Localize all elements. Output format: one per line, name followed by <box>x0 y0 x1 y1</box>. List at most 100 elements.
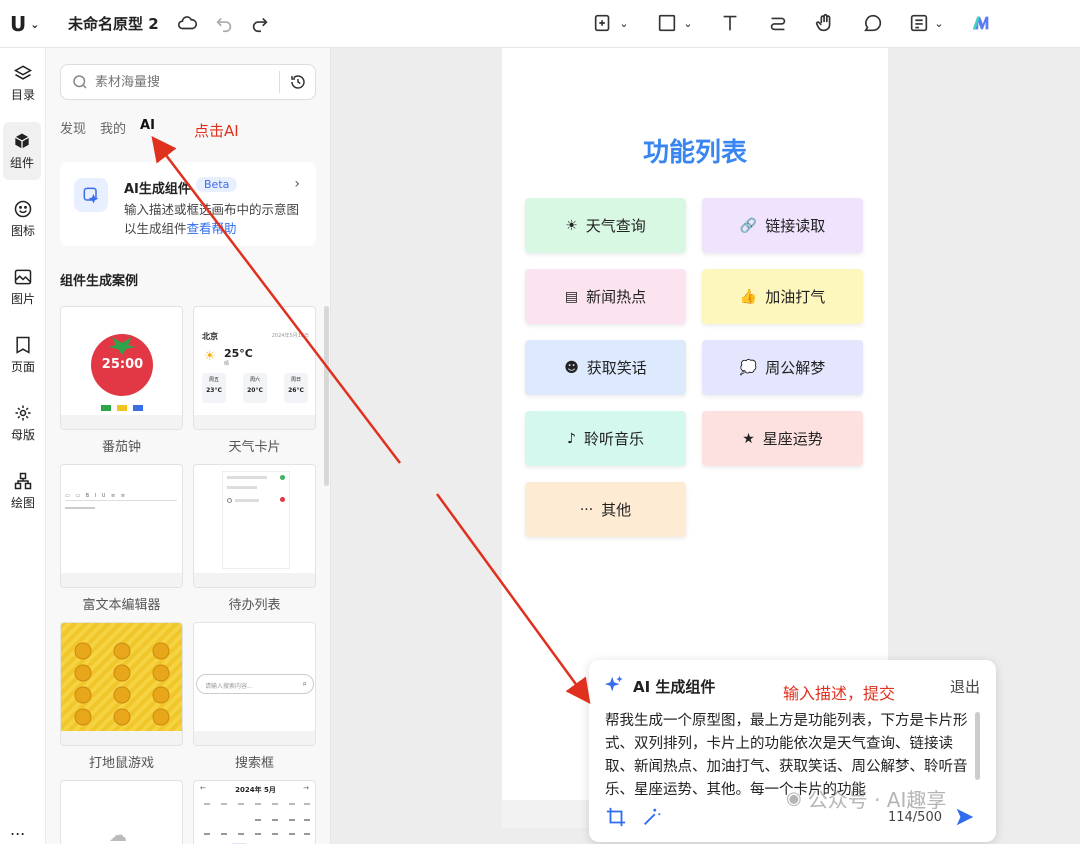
help-link[interactable]: 查看帮助 <box>187 221 237 236</box>
tab-discover[interactable]: 发现 <box>60 118 86 137</box>
function-card[interactable]: 🔗 链接读取 <box>702 198 863 253</box>
function-card[interactable]: 💭 周公解梦 <box>702 340 863 395</box>
weather-cond: 晴 <box>224 361 230 367</box>
rail-item-outline[interactable]: 目录 <box>0 54 46 112</box>
undo-icon[interactable] <box>211 10 237 36</box>
hand-tool-icon[interactable] <box>812 10 838 36</box>
rail-item-masters[interactable]: 母版 <box>0 394 46 452</box>
weather-day-temp: 20°C <box>247 387 263 394</box>
smile-icon <box>14 200 32 218</box>
chevron-right-icon[interactable]: › <box>294 176 300 192</box>
function-card[interactable]: ♪ 聆听音乐 <box>525 411 686 466</box>
ai-card-title: AI生成组件 <box>124 182 191 197</box>
todo-checkbox <box>227 498 232 503</box>
tab-mine[interactable]: 我的 <box>100 118 126 137</box>
document-title[interactable]: 未命名原型 2 <box>68 13 159 34</box>
comment-icon[interactable] <box>860 10 886 36</box>
cloud-sync-icon[interactable] <box>174 10 200 36</box>
function-card[interactable]: ☀ 天气查询 <box>525 198 686 253</box>
rail-item-images[interactable]: 图片 <box>0 258 46 316</box>
case-footer <box>194 573 315 587</box>
watermark-text: 公众号 · AI趣享 <box>807 788 947 812</box>
case-footer <box>61 573 182 587</box>
annotation-submit: 输入描述，提交 <box>783 684 896 703</box>
calendar-title: 2024年 5月 <box>235 786 276 794</box>
function-card-icon: ♪ <box>567 430 576 447</box>
rail-item-label: 组件 <box>9 156 34 170</box>
function-card-label: 周公解梦 <box>765 359 826 377</box>
case-calendar[interactable]: 2024年 5月 ← → <box>193 780 316 844</box>
magic-wand-icon[interactable] <box>641 806 663 828</box>
exit-button[interactable]: 退出 <box>950 676 980 697</box>
textarea-scrollbar[interactable] <box>975 712 980 780</box>
crop-icon[interactable] <box>605 806 627 828</box>
case-whack-a-mole[interactable] <box>60 622 183 746</box>
add-frame-icon[interactable] <box>590 10 616 36</box>
frame-title: 功能列表 <box>642 138 747 168</box>
todo-line <box>227 476 267 479</box>
panel-scrollbar[interactable] <box>324 306 329 486</box>
wechat-icon: ◉ <box>786 788 802 809</box>
text-tool-icon[interactable] <box>717 10 743 36</box>
section-title: 组件生成案例 <box>60 274 139 289</box>
redo-icon[interactable] <box>247 10 273 36</box>
rail-item-diagram[interactable]: 绘图 <box>0 462 46 520</box>
ai-generate-card[interactable]: AI生成组件 Beta › 输入描述或框选画布中的示意图以生成组件查看帮助 <box>60 162 316 246</box>
case-label: 富文本编辑器 <box>82 598 161 613</box>
watermark: ◉ 公众号 · AI趣享 <box>786 784 946 813</box>
function-card-icon: ▤ <box>564 288 579 305</box>
component-icon <box>15 133 29 149</box>
case-search-box[interactable]: 请输入搜索内容... ⌕ <box>193 622 316 746</box>
function-card[interactable]: ··· 其他 <box>525 482 686 537</box>
case-weather-card[interactable]: 北京 2024年5月18日 ☀ 25°C 晴 周五 23°C 周六 20°C 周日 2… <box>193 306 316 430</box>
master-icon <box>15 405 31 421</box>
case-label: 打地鼠游戏 <box>88 756 154 771</box>
weather-day-temp: 23°C <box>206 387 222 394</box>
case-label: 待办列表 <box>228 598 281 613</box>
sparkle-icon <box>604 675 623 692</box>
weather-day-temp: 26°C <box>288 387 304 394</box>
chevron-down-icon[interactable]: ⌄ <box>681 10 695 36</box>
sun-icon: ☀ <box>204 349 216 364</box>
tomato-time: 25:00 <box>101 357 144 372</box>
chevron-down-icon[interactable]: ⌄ <box>932 10 946 36</box>
function-card-label: 链接读取 <box>765 217 826 235</box>
rail-item-pages[interactable]: 页面 <box>0 326 46 384</box>
history-icon[interactable] <box>289 73 307 91</box>
case-tomato-timer[interactable]: 25:00 <box>60 306 183 430</box>
chevron-down-icon[interactable]: ⌄ <box>617 10 631 36</box>
rail-item-label: 图标 <box>10 224 35 238</box>
case-upload[interactable]: ☁ <box>60 780 183 844</box>
todo-line <box>227 486 257 489</box>
todo-frame <box>222 471 290 569</box>
connector-icon[interactable] <box>765 10 791 36</box>
case-rich-text-editor[interactable]: ▭ ▭ B I U ≡ ≡ <box>60 464 183 588</box>
case-label: 天气卡片 <box>228 440 281 455</box>
rail-item-icons[interactable]: 图标 <box>0 190 46 248</box>
app-logo[interactable]: U ⌄ <box>10 12 39 36</box>
function-card[interactable]: 👍 加油打气 <box>702 269 863 324</box>
function-card[interactable]: ☻ 获取笑话 <box>525 340 686 395</box>
search-input[interactable] <box>95 74 275 90</box>
function-card-icon: 🔗 <box>739 217 758 234</box>
rail-item-components[interactable]: 组件 <box>3 122 41 180</box>
function-card[interactable]: ★ 星座运势 <box>702 411 863 466</box>
weather-day: 周六 20°C <box>243 373 267 403</box>
note-icon[interactable] <box>906 10 932 36</box>
calendar-grid <box>204 803 310 844</box>
ai-m-logo-icon[interactable] <box>968 10 994 36</box>
more-icon[interactable]: ... <box>10 820 25 839</box>
annotation-click-ai: 点击AI <box>194 122 239 140</box>
rail-item-label: 图片 <box>10 292 35 306</box>
rectangle-icon[interactable] <box>654 10 680 36</box>
function-card-icon: 💭 <box>739 359 758 376</box>
function-card[interactable]: ▤ 新闻热点 <box>525 269 686 324</box>
editor-line <box>65 507 95 509</box>
chevron-down-icon: ⌄ <box>30 17 40 31</box>
mini-search-placeholder: 请输入搜索内容... <box>205 683 253 690</box>
tab-ai[interactable]: AI <box>140 118 155 137</box>
send-icon[interactable] <box>954 806 976 828</box>
case-todo-list[interactable] <box>193 464 316 588</box>
ai-generate-dialog: AI 生成组件 输入描述，提交 退出 帮我生成一个原型图，最上方是功能列表，下方… <box>589 660 996 842</box>
case-footer <box>194 415 315 429</box>
